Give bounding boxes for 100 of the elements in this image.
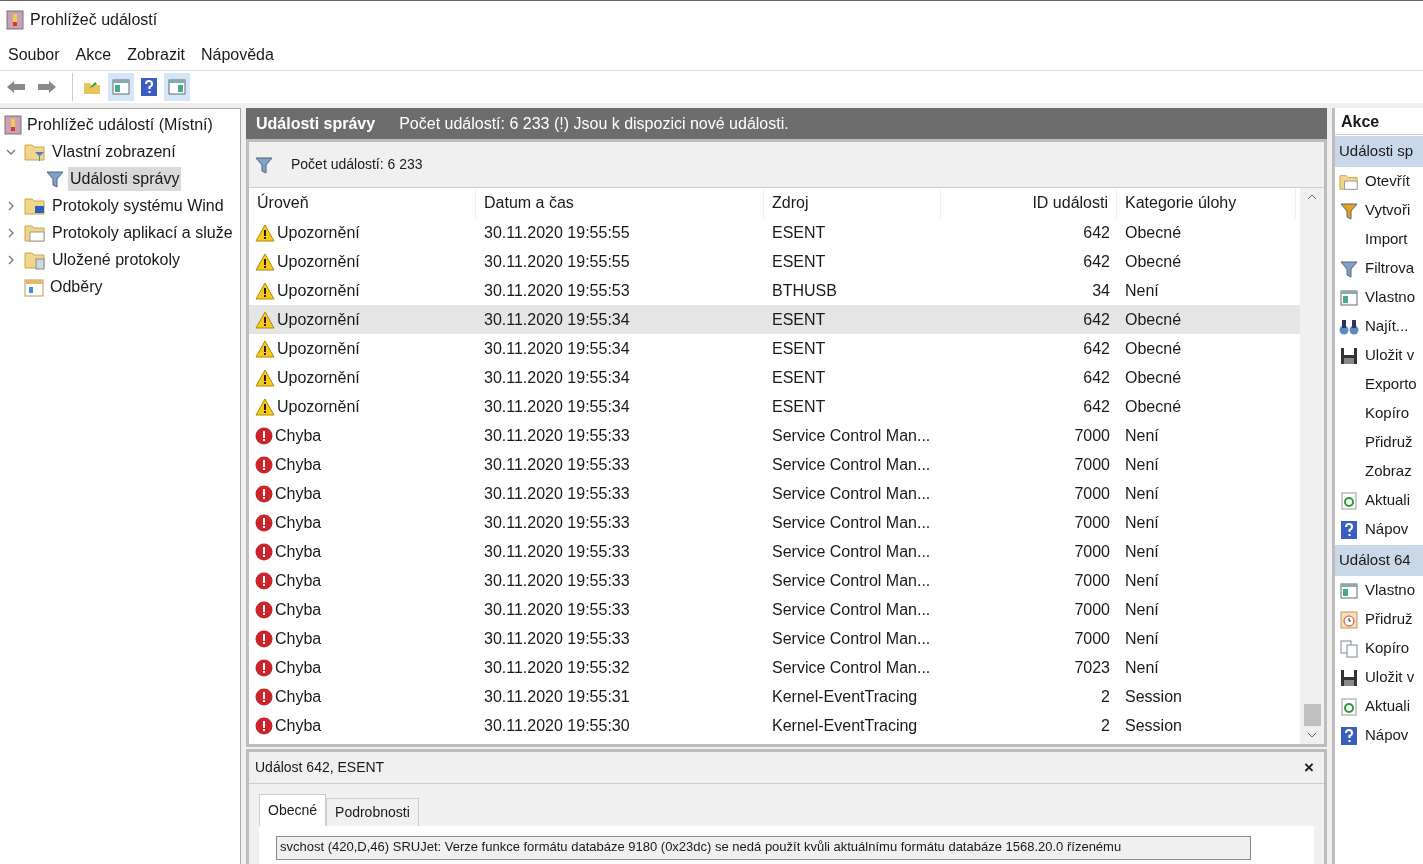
action-link[interactable]: Vlastno xyxy=(1365,286,1416,309)
menu-item[interactable]: Akce xyxy=(67,42,120,67)
column-header[interactable]: Kategorie úlohy xyxy=(1117,188,1296,218)
category-text: Není xyxy=(1124,657,1160,678)
close-button[interactable]: × xyxy=(1300,754,1318,781)
action-link[interactable]: Najít... xyxy=(1365,315,1409,338)
level-text: Chyba xyxy=(275,715,322,736)
date-text: 30.11.2020 19:55:33 xyxy=(483,512,631,533)
toolbar-button[interactable] xyxy=(108,73,134,101)
event-row[interactable]: Upozornění 30.11.2020 19:55:53 BTHUSB 34 Není xyxy=(249,276,1300,305)
event-row[interactable]: Chyba 30.11.2020 19:55:32 Service Control Man... 7023 Není xyxy=(249,653,1300,682)
event-id-text: 7000 xyxy=(1073,425,1111,446)
event-row[interactable]: Chyba 30.11.2020 19:55:33 Service Control Man... 7000 Není xyxy=(249,450,1300,479)
event-row[interactable]: Chyba 30.11.2020 19:55:30 Kernel-EventTracing 2 Session xyxy=(249,711,1300,740)
refresh-icon xyxy=(1341,697,1357,716)
filter-icon xyxy=(255,155,273,174)
date-text: 30.11.2020 19:55:33 xyxy=(483,628,631,649)
category-text: Není xyxy=(1124,599,1160,620)
chevron-icon[interactable] xyxy=(6,227,16,238)
action-link[interactable]: Kopíro xyxy=(1365,637,1410,660)
action-link[interactable]: Nápov xyxy=(1365,518,1409,541)
toolbar-button[interactable] xyxy=(164,73,190,101)
action-link[interactable]: Přidruž xyxy=(1365,608,1413,631)
action-link[interactable]: Filtrova xyxy=(1365,257,1415,280)
scroll-up-icon[interactable] xyxy=(1307,194,1317,200)
category-text: Session xyxy=(1124,686,1183,707)
scroll-down-icon[interactable] xyxy=(1307,732,1317,738)
error-icon xyxy=(255,600,273,619)
menu-item[interactable]: Zobrazit xyxy=(119,42,193,67)
event-count: Počet událostí: 6 233 xyxy=(291,155,423,174)
category-text: Není xyxy=(1124,483,1160,504)
event-row[interactable]: Chyba 30.11.2020 19:55:31 Kernel-EventTracing 2 Session xyxy=(249,682,1300,711)
action-link[interactable]: Exporto xyxy=(1365,373,1417,396)
source-text: BTHUSB xyxy=(771,280,838,301)
event-row[interactable]: Upozornění 30.11.2020 19:55:34 ESENT 642 Obecné xyxy=(249,305,1300,334)
tab[interactable]: Podrobnosti xyxy=(326,798,419,826)
error-icon xyxy=(255,484,273,503)
tree-item[interactable]: Protokoly systému Wind xyxy=(50,193,226,218)
level-text: Upozornění xyxy=(277,251,360,272)
category-text: Obecné xyxy=(1124,251,1183,272)
tree-item[interactable]: Události správy xyxy=(68,166,182,191)
log-book-icon xyxy=(6,10,24,30)
action-link[interactable]: Import xyxy=(1365,228,1408,251)
event-row[interactable]: Chyba 30.11.2020 19:55:33 Service Control Man... 7000 Není xyxy=(249,624,1300,653)
action-link[interactable]: Nápov xyxy=(1365,724,1409,747)
chevron-icon[interactable] xyxy=(6,254,16,265)
event-row[interactable]: Chyba 30.11.2020 19:55:33 Service Control Man... 7000 Není xyxy=(249,508,1300,537)
error-icon xyxy=(255,542,273,561)
column-header[interactable]: ID události xyxy=(941,188,1117,218)
category-text: Není xyxy=(1124,280,1160,301)
column-header[interactable]: Úroveň xyxy=(249,188,476,218)
scroll-thumb[interactable] xyxy=(1303,704,1321,726)
event-row[interactable]: Chyba 30.11.2020 19:55:33 Service Control Man... 7000 Není xyxy=(249,537,1300,566)
filter-icon xyxy=(46,169,64,188)
action-link[interactable]: Vytvoři xyxy=(1365,199,1411,222)
tree-item[interactable]: Vlastní zobrazení xyxy=(50,139,178,164)
event-row[interactable]: Upozornění 30.11.2020 19:55:55 ESENT 642 Obecné xyxy=(249,218,1300,247)
event-id-text: 7000 xyxy=(1073,512,1111,533)
action-link[interactable]: Aktuali xyxy=(1365,489,1411,512)
tab[interactable]: Obecné xyxy=(259,794,327,826)
action-link[interactable]: Otevřít xyxy=(1365,170,1410,193)
tree-item[interactable]: Protokoly aplikací a služe xyxy=(50,220,235,245)
help-icon xyxy=(1341,726,1357,745)
log-book-icon xyxy=(4,114,22,135)
arrow-icon xyxy=(6,80,26,94)
column-header[interactable]: Datum a čas xyxy=(476,188,764,218)
column-header[interactable]: Zdroj xyxy=(764,188,941,218)
section-header[interactable]: Událost 64 xyxy=(1335,545,1423,576)
tree-item[interactable]: Uložené protokoly xyxy=(50,247,183,272)
action-link[interactable]: Aktuali xyxy=(1365,695,1411,718)
window-icon xyxy=(1340,582,1358,599)
category-text: Není xyxy=(1124,425,1160,446)
tree-item[interactable]: Prohlížeč událostí (Místní) xyxy=(27,112,213,137)
event-row[interactable]: Upozornění 30.11.2020 19:55:55 ESENT 642 Obecné xyxy=(249,247,1300,276)
action-link[interactable]: Vlastno xyxy=(1365,579,1416,602)
event-row[interactable]: Chyba 30.11.2020 19:55:33 Service Control Man... 7000 Není xyxy=(249,595,1300,624)
help-icon xyxy=(141,78,157,96)
level-text: Chyba xyxy=(275,483,322,504)
menu-item[interactable]: Nápověda xyxy=(192,42,282,67)
tree-item[interactable]: Odběry xyxy=(48,274,105,299)
action-link[interactable]: Zobraz xyxy=(1365,460,1412,483)
action-link[interactable]: Uložit v xyxy=(1365,344,1415,367)
category-text: Obecné xyxy=(1124,222,1183,243)
event-row[interactable]: Chyba 30.11.2020 19:55:33 Service Control Man... 7000 Není xyxy=(249,479,1300,508)
chevron-icon[interactable] xyxy=(6,200,16,211)
scrollbar[interactable] xyxy=(1300,188,1324,744)
event-row[interactable]: Upozornění 30.11.2020 19:55:34 ESENT 642 Obecné xyxy=(249,392,1300,421)
action-link[interactable]: Kopíro xyxy=(1365,402,1410,425)
menu-item[interactable]: Soubor xyxy=(0,42,68,67)
event-row[interactable]: Chyba 30.11.2020 19:55:33 Service Control Man... 7000 Není xyxy=(249,566,1300,595)
event-row[interactable]: Chyba 30.11.2020 19:55:33 Service Control Man... 7000 Není xyxy=(249,421,1300,450)
event-row[interactable]: Upozornění 30.11.2020 19:55:34 ESENT 642 Obecné xyxy=(249,363,1300,392)
event-row[interactable]: Upozornění 30.11.2020 19:55:34 ESENT 642 Obecné xyxy=(249,334,1300,363)
filter-icon xyxy=(1340,259,1358,278)
action-link[interactable]: Uložit v xyxy=(1365,666,1415,689)
event-id-text: 642 xyxy=(1082,396,1111,417)
section-header[interactable]: Události sp xyxy=(1335,136,1423,167)
event-id-text: 7000 xyxy=(1073,599,1111,620)
action-link[interactable]: Přidruž xyxy=(1365,431,1413,454)
header-title: Události správy xyxy=(256,113,376,134)
